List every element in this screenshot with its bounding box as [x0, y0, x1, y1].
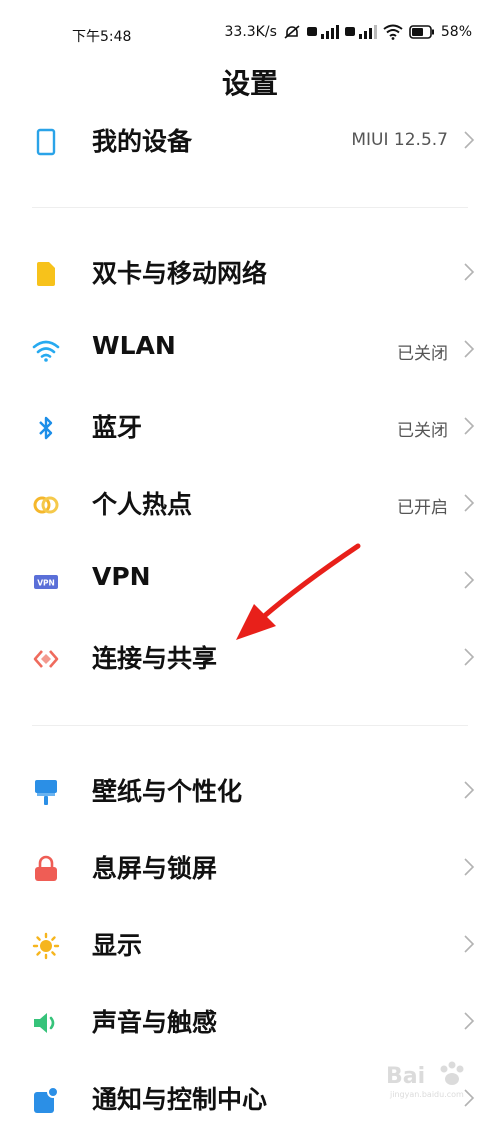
- hd-signal-icon: [306, 24, 339, 40]
- battery-icon: [409, 25, 435, 39]
- phone-icon: [32, 126, 60, 158]
- section-divider: [32, 207, 468, 208]
- wifi-status-icon: [383, 24, 403, 40]
- connection-sharing-icon: [32, 643, 60, 675]
- hd-signal-icon-2: [344, 24, 377, 40]
- chevron-right-icon: [464, 571, 475, 589]
- notification-icon: [32, 1084, 60, 1116]
- battery-percent: 58%: [440, 24, 472, 40]
- my-device-row[interactable]: 我的设备 MIUI 12.5.7: [0, 104, 500, 180]
- lock-icon: [32, 853, 60, 885]
- sound-haptics-row[interactable]: 声音与触感: [0, 985, 500, 1061]
- chevron-right-icon: [464, 417, 475, 435]
- vpn-row[interactable]: VPN VPN: [0, 544, 500, 620]
- chevron-right-icon: [464, 263, 475, 281]
- status-bar: 下午5:48 33.3K/s 58%: [0, 0, 500, 50]
- wallpaper-label: 壁纸与个性化: [92, 777, 243, 806]
- bluetooth-label: 蓝牙: [92, 413, 143, 442]
- connection-sharing-row[interactable]: 连接与共享: [0, 621, 500, 697]
- hotspot-label: 个人热点: [92, 490, 193, 519]
- lock-screen-label: 息屏与锁屏: [92, 854, 218, 883]
- sim-card-icon: [32, 258, 60, 290]
- sound-haptics-label: 声音与触感: [92, 1008, 218, 1037]
- chevron-right-icon: [464, 1012, 475, 1030]
- wlan-row[interactable]: WLAN 已关闭: [0, 313, 500, 389]
- hotspot-row[interactable]: 个人热点 已开启: [0, 467, 500, 543]
- mute-icon: [283, 24, 301, 40]
- watermark-sub: jingyan.baidu.com: [389, 1090, 464, 1099]
- bluetooth-icon: [32, 412, 60, 444]
- baidu-watermark: Bai jingyan.baidu.com: [386, 1057, 482, 1101]
- page-title: 设置: [221, 67, 278, 100]
- wlan-status: 已关闭: [397, 344, 448, 364]
- chevron-right-icon: [464, 935, 475, 953]
- hotspot-icon: [32, 489, 60, 521]
- bluetooth-status: 已关闭: [397, 421, 448, 441]
- status-indicators: 33.3K/s 58%: [225, 24, 473, 40]
- chevron-right-icon: [464, 494, 475, 512]
- wallpaper-row[interactable]: 壁纸与个性化: [0, 754, 500, 830]
- chevron-right-icon: [464, 781, 475, 799]
- wlan-label: WLAN: [92, 331, 176, 360]
- chevron-right-icon: [464, 648, 475, 666]
- brightness-icon: [32, 930, 60, 962]
- display-label: 显示: [92, 931, 143, 960]
- baidu-paw-icon: Bai jingyan.baidu.com: [386, 1061, 464, 1099]
- hotspot-status: 已开启: [397, 498, 448, 518]
- display-row[interactable]: 显示: [0, 908, 500, 984]
- vpn-icon: VPN: [32, 566, 60, 598]
- network-speed: 33.3K/s: [224, 24, 277, 40]
- my-device-label: 我的设备: [92, 127, 193, 156]
- speaker-icon: [32, 1007, 60, 1039]
- chevron-right-icon: [464, 858, 475, 876]
- chevron-right-icon: [464, 340, 475, 358]
- watermark-brand: Bai: [386, 1064, 425, 1089]
- connection-sharing-label: 连接与共享: [92, 644, 218, 673]
- miui-version: MIUI 12.5.7: [351, 130, 448, 150]
- status-time: 下午5:48: [72, 29, 132, 45]
- section-divider: [32, 725, 468, 726]
- sim-mobile-network-label: 双卡与移动网络: [92, 259, 268, 288]
- svg-text:VPN: VPN: [37, 579, 55, 588]
- wifi-icon: [32, 335, 60, 367]
- sim-mobile-network-row[interactable]: 双卡与移动网络: [0, 236, 500, 312]
- chevron-right-icon: [464, 131, 475, 149]
- vpn-label: VPN: [92, 562, 151, 591]
- wallpaper-icon: [32, 776, 60, 808]
- lock-screen-row[interactable]: 息屏与锁屏: [0, 831, 500, 907]
- bluetooth-row[interactable]: 蓝牙 已关闭: [0, 390, 500, 466]
